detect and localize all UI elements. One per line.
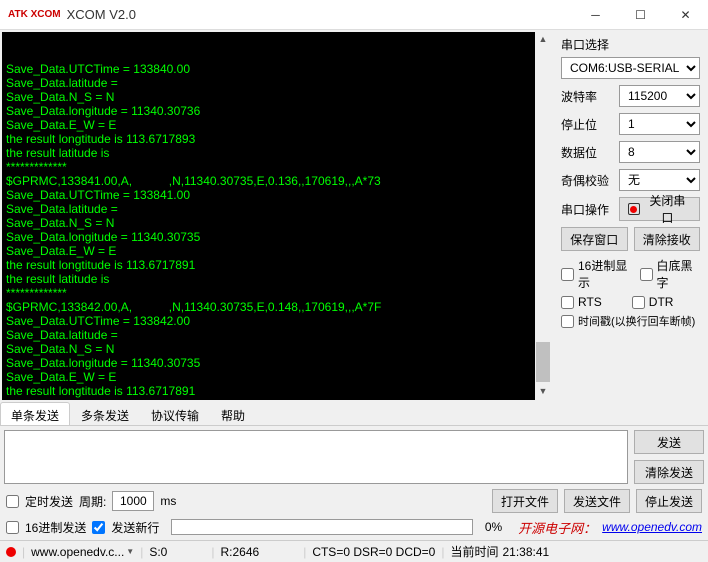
stopbit-select[interactable]: 1 [619,113,700,135]
hex-display-label: 16进制显示 [578,257,634,291]
options-row-1: 定时发送 周期: ms 打开文件 发送文件 停止发送 [0,488,708,514]
rts-checkbox[interactable] [561,296,574,309]
port-group-label: 串口选择 [561,36,700,53]
baud-label: 波特率 [561,88,613,105]
status-recv: R:2646 [220,545,259,559]
port-op-label: 串口操作 [561,201,613,218]
close-button[interactable]: ✕ [663,0,708,30]
maximize-button[interactable]: ☐ [618,0,663,30]
hex-send-checkbox[interactable] [6,521,19,534]
save-window-button[interactable]: 保存窗口 [561,227,628,251]
terminal-scrollbar[interactable]: ▲ ▼ [535,32,551,400]
scroll-thumb[interactable] [536,342,550,382]
titlebar: ATK XCOM XCOM V2.0 ─ ☐ ✕ [0,0,708,30]
baud-select[interactable]: 115200 [619,85,700,107]
options-row-2: 16进制发送 发送新行 0% 开源电子网： www.openedv.com [0,514,708,540]
tab-help[interactable]: 帮助 [210,402,256,425]
status-signals: CTS=0 DSR=0 DCD=0 [312,545,435,559]
dtr-label: DTR [649,295,674,309]
scroll-down-icon[interactable]: ▼ [535,384,551,400]
status-site-dropdown[interactable]: www.openedv.c...▼ [31,545,134,559]
stopbit-label: 停止位 [561,116,613,133]
send-textarea[interactable] [4,430,628,484]
cycle-unit: ms [160,494,176,508]
white-bg-checkbox[interactable] [640,268,653,281]
clear-send-button[interactable]: 清除发送 [634,460,704,484]
app-logo: ATK XCOM [8,10,61,19]
progress-percent: 0% [485,520,502,534]
status-indicator-icon [6,547,16,557]
send-file-button[interactable]: 发送文件 [564,489,630,513]
send-newline-checkbox[interactable] [92,521,105,534]
status-sent: S:0 [149,545,167,559]
main-area: Save_Data.UTCTime = 133840.00 Save_Data.… [0,30,708,402]
white-bg-label: 白底黑字 [657,257,700,291]
minimize-button[interactable]: ─ [573,0,618,30]
send-area: 发送 清除发送 [0,426,708,488]
rts-label: RTS [578,295,602,309]
hex-send-label: 16进制发送 [25,519,86,536]
databit-select[interactable]: 8 [619,141,700,163]
dtr-checkbox[interactable] [632,296,645,309]
port-select[interactable]: COM6:USB-SERIAL [561,57,700,79]
parity-label: 奇偶校验 [561,172,613,189]
link-prefix: 开源电子网： [518,518,596,537]
tab-protocol[interactable]: 协议传输 [140,402,210,425]
clear-recv-button[interactable]: 清除接收 [634,227,701,251]
timestamp-label: 时间戳(以换行回车断帧) [578,313,695,329]
status-bar: | www.openedv.c...▼ | S:0 | R:2646 | CTS… [0,540,708,562]
close-port-button[interactable]: 关闭串口 [619,197,700,221]
progress-bar [171,519,472,535]
cycle-input[interactable] [112,491,154,511]
website-link[interactable]: www.openedv.com [602,520,702,534]
window-title: XCOM V2.0 [67,7,573,22]
timed-send-label: 定时发送 [25,493,73,510]
terminal-output[interactable]: Save_Data.UTCTime = 133840.00 Save_Data.… [2,32,551,400]
cycle-label: 周期: [79,493,106,510]
tab-single-send[interactable]: 单条发送 [0,402,70,425]
hex-display-checkbox[interactable] [561,268,574,281]
timestamp-checkbox[interactable] [561,315,574,328]
open-file-button[interactable]: 打开文件 [492,489,558,513]
scroll-up-icon[interactable]: ▲ [535,32,551,48]
send-newline-label: 发送新行 [111,519,159,536]
status-time-label: 当前时间 [450,543,498,560]
tab-multi-send[interactable]: 多条发送 [70,402,140,425]
status-time: 21:38:41 [503,545,550,559]
side-panel: 串口选择 COM6:USB-SERIAL 波特率 115200 停止位 1 数据位 8… [553,30,708,402]
databit-label: 数据位 [561,144,613,161]
timed-send-checkbox[interactable] [6,495,19,508]
parity-select[interactable]: 无 [619,169,700,191]
send-button[interactable]: 发送 [634,430,704,454]
record-icon [628,203,640,215]
stop-send-button[interactable]: 停止发送 [636,489,702,513]
send-tabs: 单条发送 多条发送 协议传输 帮助 [0,402,708,426]
